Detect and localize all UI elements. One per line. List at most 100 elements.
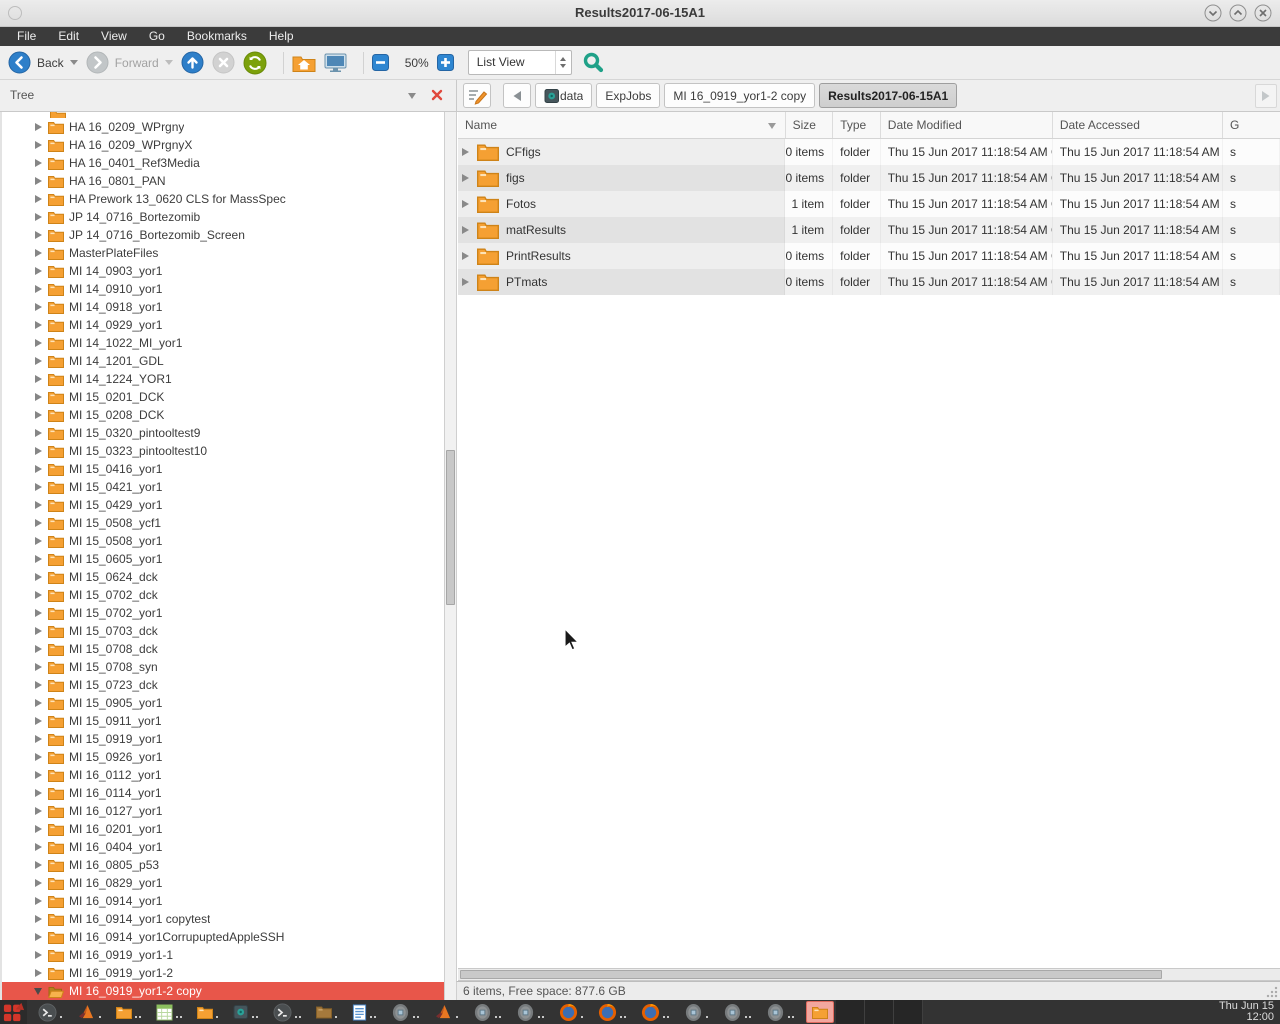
tree-item[interactable]: MI 16_0919_yor1-1 [2,946,444,964]
tree-item[interactable]: MI 14_0903_yor1 [2,262,444,280]
tree-item[interactable]: MI 16_0112_yor1 [2,766,444,784]
menu-view[interactable]: View [90,27,138,46]
expand-arrow-icon[interactable] [35,501,42,509]
stop-button[interactable] [212,51,235,74]
edit-path-button[interactable] [463,83,491,108]
expand-arrow-icon[interactable] [35,177,42,185]
expand-arrow-icon[interactable] [35,213,42,221]
tree-item[interactable]: HA Prework 13_0620 CLS for MassSpec [2,190,444,208]
zoom-in-button[interactable] [437,54,454,71]
expand-arrow-icon[interactable] [462,200,469,208]
back-history-dropdown-icon[interactable] [70,60,78,65]
taskbar-clock[interactable]: Thu Jun 15 12:00 [1219,1001,1274,1023]
expand-arrow-icon[interactable] [35,897,42,905]
tree-item[interactable]: MasterPlateFiles [2,244,444,262]
menu-bookmarks[interactable]: Bookmarks [176,27,258,46]
file-row[interactable]: CFfigs0 itemsfolderThu 15 Jun 2017 11:18… [458,139,1280,165]
menu-file[interactable]: File [6,27,47,46]
tree-item[interactable]: HA 16_0209_WPrgny [2,118,444,136]
path-crumb-1[interactable]: ExpJobs [596,83,660,108]
path-crumb-2[interactable]: MI 16_0919_yor1-2 copy [664,83,815,108]
expand-arrow-icon[interactable] [35,141,42,149]
expand-arrow-icon[interactable] [35,951,42,959]
expand-arrow-icon[interactable] [462,252,469,260]
home-button[interactable] [292,53,316,73]
expand-arrow-icon[interactable] [462,278,469,286]
tree-item[interactable]: MI 14_1022_MI_yor1 [2,334,444,352]
tree-item[interactable]: MI 15_0416_yor1 [2,460,444,478]
tree-item[interactable]: MI 15_0708_dck [2,640,444,658]
expand-arrow-icon[interactable] [35,537,42,545]
tree-item[interactable]: JP 14_0716_Bortezomib_Screen [2,226,444,244]
path-scroll-left-button[interactable] [503,83,531,108]
expand-arrow-icon[interactable] [35,231,42,239]
expand-arrow-icon[interactable] [35,735,42,743]
expand-arrow-icon[interactable] [35,393,42,401]
tree-item[interactable]: MI 15_0508_yor1 [2,532,444,550]
expand-arrow-icon[interactable] [35,663,42,671]
tree-item[interactable]: MI 16_0829_yor1 [2,874,444,892]
collapse-arrow-icon[interactable] [34,988,42,995]
tree-item[interactable]: MI 15_0508_ycf1 [2,514,444,532]
task-terminal[interactable] [270,1000,304,1024]
expand-arrow-icon[interactable] [35,285,42,293]
task-app[interactable] [763,1000,797,1024]
task-matlab[interactable] [74,1000,104,1024]
minimize-button[interactable] [1204,4,1222,22]
column-header-name[interactable]: Name [458,112,786,138]
expand-arrow-icon[interactable] [35,861,42,869]
expand-arrow-icon[interactable] [35,411,42,419]
expand-arrow-icon[interactable] [35,339,42,347]
tree-item[interactable]: MI 16_0127_yor1 [2,802,444,820]
tree-item[interactable]: HA 16_0801_PAN [2,172,444,190]
expand-arrow-icon[interactable] [35,123,42,131]
tree-item[interactable]: MI 15_0323_pintooltest10 [2,442,444,460]
tree-item[interactable]: MI 15_0320_pintooltest9 [2,424,444,442]
tree-item[interactable]: JP 14_0716_Bortezomib [2,208,444,226]
tree-item[interactable]: MI 16_0114_yor1 [2,784,444,802]
up-button[interactable] [181,51,204,74]
tree-item[interactable]: MI 15_0208_DCK [2,406,444,424]
task-drive[interactable] [230,1000,261,1024]
forward-history-dropdown-icon[interactable] [165,60,173,65]
tree-item[interactable]: MI 15_0723_dck [2,676,444,694]
tree-item[interactable]: MI 15_0421_yor1 [2,478,444,496]
expand-arrow-icon[interactable] [35,429,42,437]
column-header-size[interactable]: Size [786,112,834,138]
refresh-button[interactable] [243,51,267,75]
tree-item[interactable]: MI 14_0929_yor1 [2,316,444,334]
expand-arrow-icon[interactable] [35,519,42,527]
task-app[interactable] [681,1000,711,1024]
view-mode-select[interactable]: List View [468,50,572,75]
search-button[interactable] [582,51,605,74]
task-app[interactable] [513,1000,547,1024]
resize-grip-icon[interactable] [1266,986,1278,998]
expand-arrow-icon[interactable] [35,483,42,491]
expand-arrow-icon[interactable] [35,321,42,329]
tree-item[interactable]: MI 14_1201_GDL [2,352,444,370]
tree-item[interactable]: MI 16_0914_yor1CorrupuptedAppleSSH [2,928,444,946]
menu-edit[interactable]: Edit [47,27,90,46]
expand-arrow-icon[interactable] [35,465,42,473]
tree-item[interactable]: MI 15_0201_DCK [2,388,444,406]
task-matlab[interactable] [431,1000,461,1024]
task-folder-brown[interactable] [313,1000,340,1024]
tree-item[interactable]: MI 15_0919_yor1 [2,730,444,748]
tree-options-dropdown-icon[interactable] [408,93,416,99]
menu-go[interactable]: Go [138,27,176,46]
expand-arrow-icon[interactable] [35,807,42,815]
task-app[interactable] [470,1000,504,1024]
back-button[interactable]: Back [8,51,78,74]
app-launcher-button[interactable] [0,1000,27,1024]
tree-item[interactable]: MI 15_0911_yor1 [2,712,444,730]
desktop-button[interactable] [324,53,347,73]
expand-arrow-icon[interactable] [35,645,42,653]
task-folder[interactable] [194,1000,221,1024]
column-header-g[interactable]: G [1223,112,1280,138]
file-row[interactable]: matResults1 itemfolderThu 15 Jun 2017 11… [458,217,1280,243]
tree-item[interactable]: MI 16_0919_yor1-2 copy [2,982,444,1000]
tree-item[interactable]: MI 16_0914_yor1 [2,892,444,910]
tree-item[interactable]: MI 15_0624_dck [2,568,444,586]
tree-item[interactable]: MI 15_0703_dck [2,622,444,640]
active-window-task[interactable] [806,1001,834,1023]
